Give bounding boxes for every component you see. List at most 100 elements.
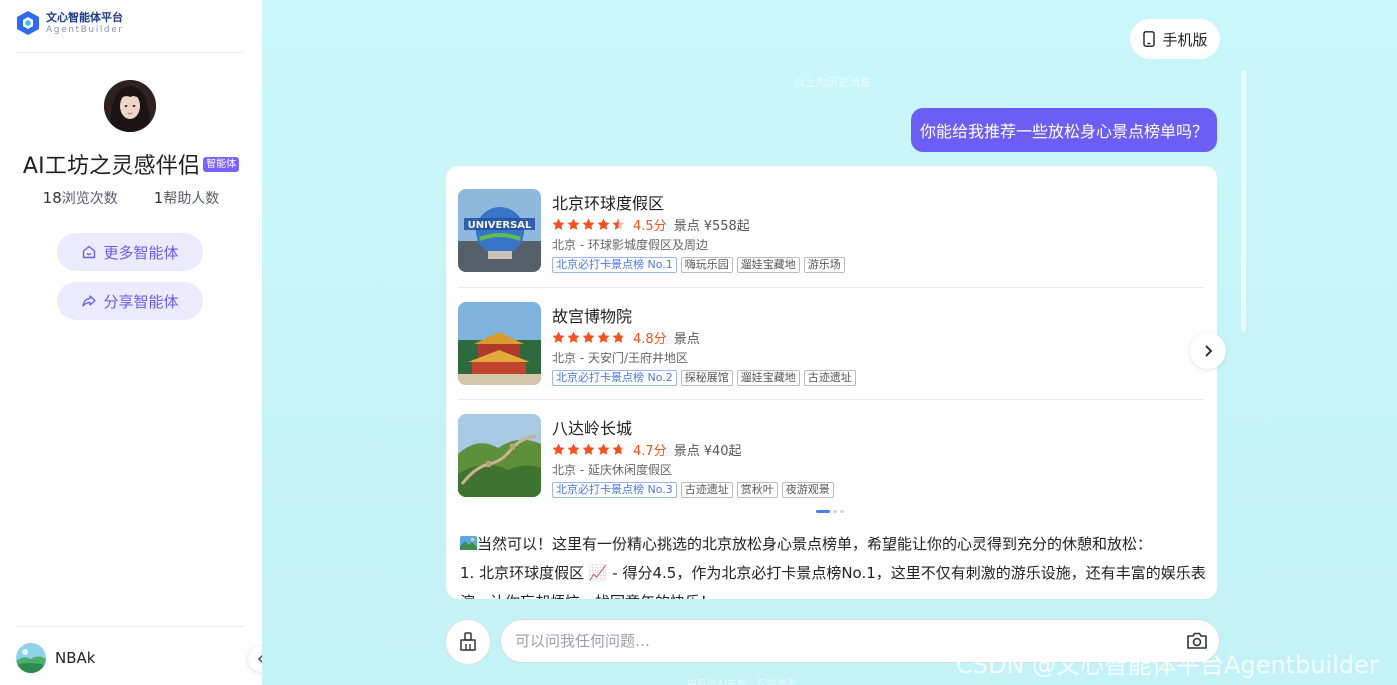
place-type: 景点 (673, 444, 700, 459)
place-card-2[interactable]: 故宫博物院 4.8分 景点 北京 - 天安门/王府井地区 北京必打卡景点榜 No… (458, 291, 1204, 403)
ai-disclaimer: 内容由AI生成，仅供参考 (687, 679, 797, 685)
place-image-great-wall (458, 414, 541, 497)
share-agent-label: 分享智能体 (103, 292, 179, 311)
carousel-dot[interactable] (833, 510, 837, 513)
history-hint: 以上为历史消息 (794, 76, 871, 89)
csdn-watermark: CSDN @文心智能体平台Agentbuilder (956, 651, 1379, 679)
place-type: 景点 (673, 332, 700, 347)
rating-stars (552, 331, 625, 344)
place-tag: 赏秋叶 (736, 482, 778, 498)
stat-helped-label: 帮助人数 (163, 191, 220, 207)
stat-helped-value: 1 (153, 189, 164, 207)
star-icon (567, 443, 580, 455)
place-name: 故宫博物院 (552, 307, 633, 326)
place-rank-tag: 北京必打卡景点榜 No.3 (552, 482, 677, 498)
reply-item-1: 1. 北京环球度假区 📈 - 得分4.5，作为北京必打卡景点榜No.1，这里不仅… (460, 564, 1206, 599)
reply-intro: 当然可以！这里有一份精心挑选的北京放松身心景点榜单，希望能让你的心灵得到充分的休… (477, 535, 1153, 553)
place-price: ¥40起 (703, 444, 742, 459)
sidebar: 文心智能体平台 AgentBuilder AI工坊之灵感伴侣 智能体 18浏览次… (0, 0, 262, 685)
carousel-dots (816, 510, 844, 513)
star-icon (582, 443, 595, 455)
star-icon (597, 218, 610, 230)
star-icon (582, 331, 595, 343)
place-divider (458, 287, 1204, 288)
star-icon (612, 331, 625, 343)
brand-logo[interactable]: 文心智能体平台 AgentBuilder (16, 10, 124, 36)
place-tag: 嗨玩乐园 (680, 257, 733, 273)
star-icon (597, 331, 610, 343)
sidebar-divider-bottom (16, 626, 244, 627)
agent-reply-card: UNIVERSAL 北京环球度假区 4.5分 景点 ¥558起 北京 - 环球影… (446, 166, 1217, 599)
mobile-phone-icon (1143, 31, 1156, 47)
brand-subtitle: AgentBuilder (46, 24, 124, 35)
place-tag: 遛娃宝藏地 (736, 257, 800, 273)
place-price: ¥558起 (703, 219, 750, 234)
user-message-bubble: 你能给我推荐一些放松身心景点榜单吗？ (911, 108, 1217, 152)
more-agents-label: 更多智能体 (103, 243, 179, 262)
place-card-1[interactable]: UNIVERSAL 北京环球度假区 4.5分 景点 ¥558起 北京 - 环球影… (458, 178, 1204, 290)
star-icon (567, 218, 580, 230)
landscape-emoji-icon (460, 536, 477, 550)
share-arrow-icon (82, 295, 97, 307)
place-name: 北京环球度假区 (552, 194, 665, 213)
place-location: 北京 - 延庆休闲度假区 (552, 463, 672, 477)
agent-type-badge: 智能体 (203, 156, 240, 172)
home-outline-icon (83, 245, 96, 259)
place-rank-tag: 北京必打卡景点榜 No.2 (552, 370, 677, 386)
place-score: 4.7分 (633, 444, 667, 459)
star-icon (582, 218, 595, 230)
user-name: NBAk (55, 649, 96, 667)
brand-logo-icon (17, 11, 39, 35)
share-agent-button[interactable]: 分享智能体 (57, 282, 203, 320)
clear-context-button[interactable] (445, 619, 491, 665)
more-agents-button[interactable]: 更多智能体 (57, 233, 203, 271)
stat-views-label: 浏览次数 (61, 191, 118, 207)
rating-stars (552, 443, 625, 456)
carousel-next-button[interactable] (1190, 333, 1226, 369)
place-tag: 探秘展馆 (680, 370, 733, 386)
stat-views: 18浏览次数 (43, 188, 118, 208)
agent-name: AI工坊之灵感伴侣 (22, 154, 201, 179)
chat-main: 手机版 以上为历史消息 你能给我推荐一些放松身心景点榜单吗？ UNIVERSAL… (262, 0, 1397, 685)
place-image-universal: UNIVERSAL (458, 189, 541, 272)
chevron-right-icon (1205, 345, 1213, 357)
user-profile[interactable]: NBAk (16, 643, 95, 673)
place-type: 景点 (673, 219, 700, 234)
place-score: 4.5分 (633, 219, 667, 234)
brand-title: 文心智能体平台 (46, 10, 123, 24)
chat-scrollbar[interactable] (1241, 70, 1246, 332)
star-icon (552, 218, 565, 230)
place-image-forbidden-city (458, 302, 541, 385)
place-tag: 古迹遗址 (803, 370, 856, 386)
carousel-dot[interactable] (840, 510, 844, 513)
place-tag: 游乐场 (803, 257, 845, 273)
sidebar-divider-top (16, 52, 244, 53)
star-icon (612, 218, 625, 230)
agent-stats: 18浏览次数 1帮助人数 (0, 188, 262, 208)
place-score: 4.8分 (633, 332, 667, 347)
place-tag: 古迹遗址 (680, 482, 733, 498)
stat-helped: 1帮助人数 (154, 188, 220, 208)
place-card-3[interactable]: 八达岭长城 4.7分 景点 ¥40起 北京 - 延庆休闲度假区 北京必打卡景点榜… (458, 403, 1204, 515)
rating-stars (552, 218, 625, 231)
mobile-version-label: 手机版 (1162, 30, 1208, 49)
place-location: 北京 - 环球影城度假区及周边 (552, 238, 708, 252)
star-icon (552, 443, 565, 455)
carousel-dot-active[interactable] (816, 510, 830, 513)
user-avatar (16, 643, 46, 673)
stat-views-value: 18 (42, 189, 62, 207)
place-name: 八达岭长城 (552, 419, 633, 438)
star-icon (552, 331, 565, 343)
star-icon (597, 443, 610, 455)
star-icon (567, 331, 580, 343)
place-rank-tag: 北京必打卡景点榜 No.1 (552, 257, 677, 273)
place-divider (458, 399, 1204, 400)
broom-icon (460, 632, 476, 651)
place-location: 北京 - 天安门/王府井地区 (552, 351, 689, 365)
agent-avatar (104, 80, 156, 132)
star-icon (612, 443, 625, 455)
mobile-version-button[interactable]: 手机版 (1130, 19, 1220, 59)
agent-reply-text: 当然可以！这里有一份精心挑选的北京放松身心景点榜单，希望能让你的心灵得到充分的休… (460, 530, 1210, 599)
svg-text:UNIVERSAL: UNIVERSAL (468, 220, 532, 231)
place-tag: 遛娃宝藏地 (736, 370, 800, 386)
